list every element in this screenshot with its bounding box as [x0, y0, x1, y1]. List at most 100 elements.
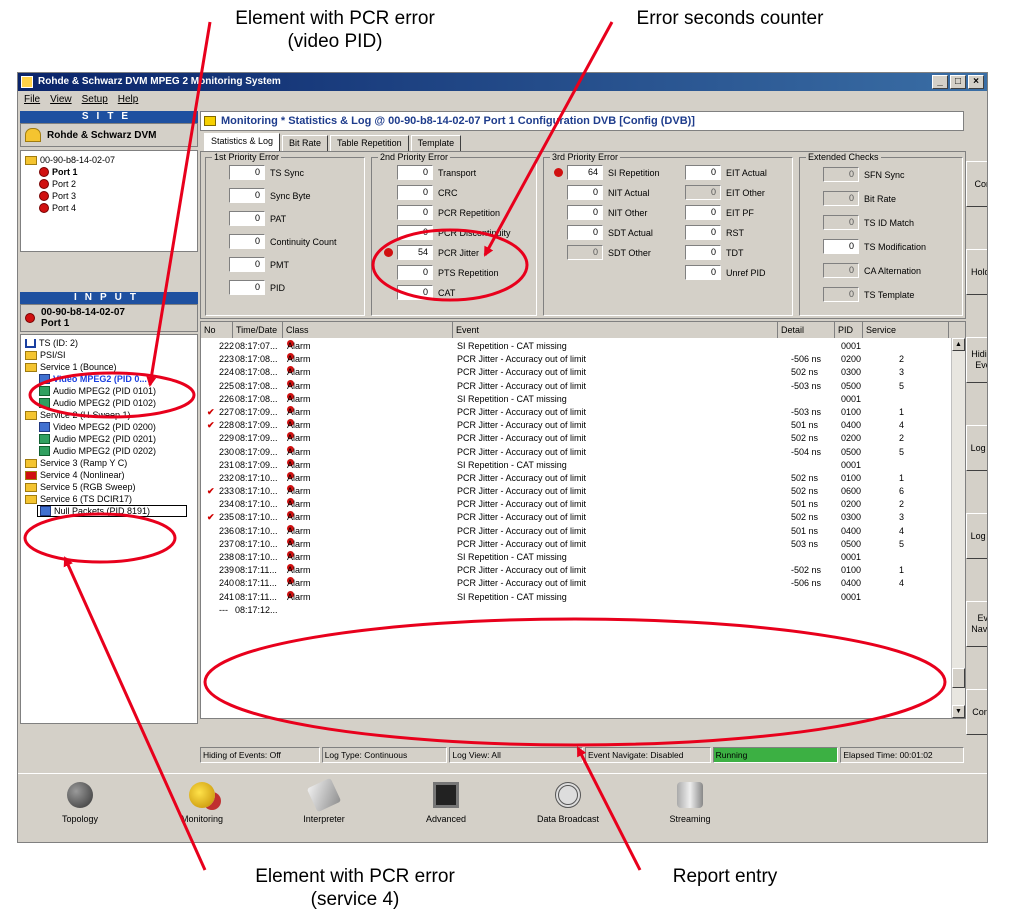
tree-item[interactable]: TS (ID: 2) [23, 337, 195, 349]
table-row[interactable]: 231 08:17:09... Alarm SI Repetition - CAT m… [201, 458, 949, 472]
table-row[interactable]: 239 08:17:11... Alarm PCR Jitter - Accuracy… [201, 564, 949, 577]
table-row[interactable]: 230 08:17:09... Alarm PCR Jitter - Accuracy… [201, 445, 949, 459]
toolbar-button[interactable]: Streaming [650, 782, 730, 824]
col-detail[interactable]: Detail [778, 322, 835, 338]
table-row[interactable]: 224 08:17:08... Alarm PCR Jitter - Accuracy… [201, 366, 949, 379]
table-row[interactable]: 225 08:17:08... Alarm PCR Jitter - Accuracy… [201, 379, 949, 393]
tree-item[interactable]: Service 6 (TS DCIR17) [23, 493, 195, 505]
scroll-down-arrow[interactable]: ▼ [952, 705, 965, 718]
side-button[interactable]: Config... [966, 689, 987, 735]
tree-item[interactable]: Service 2 (H-Sweep 1) [23, 409, 195, 421]
tree-item-label: Service 2 (H-Sweep 1) [40, 410, 131, 420]
row-no: 223 [219, 354, 235, 365]
tree-item[interactable]: Audio MPEG2 (PID 0102) [23, 397, 195, 409]
tab-statistics-log[interactable]: Statistics & Log [204, 133, 281, 151]
table-row[interactable]: 229 08:17:09... Alarm PCR Jitter - Accuracy… [201, 432, 949, 445]
table-row[interactable]: ✔ 228 08:17:09... Alarm PCR Jitter - Accurac… [201, 419, 949, 432]
side-button[interactable]: Log View [966, 513, 987, 559]
tree-item-label: Port 2 [52, 179, 77, 189]
toolbar-button[interactable]: Advanced [406, 782, 486, 824]
scroll-thumb[interactable] [952, 668, 965, 688]
tree-item-label: Audio MPEG2 (PID 0102) [53, 398, 157, 408]
table-row[interactable]: --- 08:17:12... [201, 604, 949, 617]
tree-item[interactable]: Video MPEG2 (PID 0... [23, 373, 195, 385]
tree-item[interactable]: Service 5 (RGB Sweep) [23, 481, 195, 493]
table-row[interactable]: 226 08:17:08... Alarm SI Repetition - CAT m… [201, 392, 949, 406]
row-detail: -506 ns [791, 578, 822, 589]
toolbar-button[interactable]: Monitoring [162, 782, 242, 824]
col-pid[interactable]: PID [835, 322, 863, 338]
table-row[interactable]: 240 08:17:11... Alarm PCR Jitter - Accuracy… [201, 577, 949, 590]
menu-file[interactable]: File [24, 91, 40, 109]
monitoring-title-text: Monitoring * Statistics & Log @ 00-90-b8… [221, 115, 695, 127]
error-counter-value: 0 [229, 211, 265, 226]
status-hiding: Hiding of Events: Off [200, 747, 320, 763]
table-row[interactable]: 232 08:17:10... Alarm PCR Jitter - Accuracy… [201, 471, 949, 485]
error-counter-label: Unref PID [726, 267, 766, 278]
table-row[interactable]: ✔ 233 08:17:10... Alarm PCR Jitter - Accurac… [201, 485, 949, 498]
table-row[interactable]: 236 08:17:10... Alarm PCR Jitter - Accuracy… [201, 524, 949, 538]
tree-item[interactable]: Service 1 (Bounce) [23, 361, 195, 373]
toolbar-button[interactable]: Topology [40, 782, 120, 824]
col-service[interactable]: Service [863, 322, 949, 338]
toolbar-button[interactable]: Data Broadcast [528, 782, 608, 824]
table-row[interactable]: 223 08:17:08... Alarm PCR Jitter - Accuracy… [201, 353, 949, 366]
table-row[interactable]: 234 08:17:10... Alarm PCR Jitter - Accuracy… [201, 498, 949, 511]
input-device[interactable]: 00-90-b8-14-02-07 Port 1 [20, 304, 198, 332]
log-scrollbar[interactable]: ▲ ▼ [951, 338, 965, 718]
tree-item[interactable]: Port 1 [23, 166, 195, 178]
maximize-button[interactable]: □ [950, 75, 966, 89]
side-button[interactable]: Hold Log [966, 249, 987, 295]
table-row[interactable]: 222 08:17:07... Alarm SI Repetition - CAT m… [201, 340, 949, 353]
table-row[interactable]: 238 08:17:10... Alarm SI Repetition - CAT m… [201, 551, 949, 564]
tree-item[interactable]: PSI/SI [23, 349, 195, 361]
col-event[interactable]: Event [453, 322, 778, 338]
tree-item[interactable]: Audio MPEG2 (PID 0101) [23, 385, 195, 397]
toolbar-button[interactable]: Interpreter [284, 777, 364, 824]
tree-item[interactable]: Port 3 [23, 190, 195, 202]
minimize-button[interactable]: _ [932, 75, 948, 89]
side-button[interactable]: Control [966, 161, 987, 207]
tree-item[interactable]: Port 2 [23, 178, 195, 190]
site-header: SITE [20, 111, 198, 123]
col-class[interactable]: Class [283, 322, 453, 338]
title-bar[interactable]: Rohde & Schwarz DVM MPEG 2 Monitoring Sy… [18, 73, 987, 91]
tree-item[interactable]: Audio MPEG2 (PID 0201) [23, 433, 195, 445]
row-detail: -503 ns [791, 406, 822, 417]
side-button[interactable]: Hiding of Events [966, 337, 987, 383]
satellite-icon [555, 782, 581, 808]
video-icon [39, 374, 50, 384]
side-button[interactable]: Log Type [966, 425, 987, 471]
col-no[interactable]: No [201, 322, 233, 338]
site-device[interactable]: Rohde & Schwarz DVM [20, 123, 198, 147]
tab-table-repetition[interactable]: Table Repetition [330, 135, 409, 151]
error-counter: 64 SI Repetition [554, 164, 660, 181]
table-row[interactable]: 237 08:17:10... Alarm PCR Jitter - Accuracy… [201, 537, 949, 551]
tree-item[interactable]: 00-90-b8-14-02-07 [23, 154, 195, 166]
error-counter-label: NIT Actual [608, 187, 650, 198]
error-counter-label: Sync Byte [270, 190, 311, 201]
tab-bit-rate[interactable]: Bit Rate [282, 135, 329, 151]
tree-item[interactable]: Service 4 (Nonlinear) [23, 469, 195, 481]
status-bar: Hiding of Events: Off Log Type: Continuo… [200, 747, 965, 763]
tree-item[interactable]: Port 4 [23, 202, 195, 214]
error-counter-value: 0 [229, 188, 265, 203]
tree-item[interactable]: Video MPEG2 (PID 0200) [23, 421, 195, 433]
table-row[interactable]: ✔ 235 08:17:10... Alarm PCR Jitter - Accurac… [201, 511, 949, 524]
side-button[interactable]: Event Navigate [966, 601, 987, 647]
menu-help[interactable]: Help [118, 91, 139, 109]
error-counter-label: CAT [438, 287, 456, 298]
tree-item[interactable]: Service 3 (Ramp Y C) [23, 457, 195, 469]
menu-view[interactable]: View [50, 91, 72, 109]
scroll-up-arrow[interactable]: ▲ [952, 338, 965, 351]
table-row[interactable]: ✔ 227 08:17:09... Alarm PCR Jitter - Accurac… [201, 405, 949, 419]
tree-item[interactable]: Null Packets (PID 8191) [37, 505, 187, 517]
tree-item[interactable]: Audio MPEG2 (PID 0202) [23, 445, 195, 457]
menu-setup[interactable]: Setup [82, 91, 108, 109]
row-detail: 501 ns [791, 420, 819, 431]
tab-template[interactable]: Template [410, 135, 462, 151]
col-time[interactable]: Time/Date [233, 322, 283, 338]
table-row[interactable]: 241 08:17:11... Alarm SI Repetition - CAT m… [201, 590, 949, 604]
close-button[interactable]: × [968, 75, 984, 89]
row-service: 5 [899, 380, 905, 391]
